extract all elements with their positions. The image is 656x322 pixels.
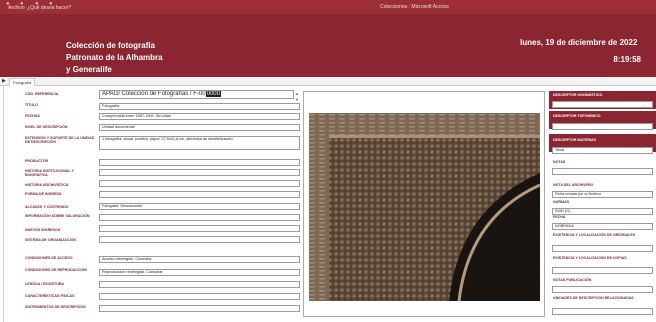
label-fechas: Fechas <box>25 114 40 118</box>
record-selector[interactable] <box>3 86 4 322</box>
label-lengua: Lengua / escritura <box>25 282 64 286</box>
lengua-field[interactable] <box>99 281 300 288</box>
label-descriptor-materias: Descriptor materias <box>553 138 596 142</box>
descriptor-onomastico-field[interactable] <box>552 101 653 108</box>
unidades-relacionadas-field[interactable] <box>552 308 653 315</box>
extension-field[interactable]: 1 fotografía, visual, positivo, papel, 2… <box>99 136 300 150</box>
label-condiciones-reproduccion: Condiciones de reproducción <box>25 268 87 272</box>
label-alcance-contenido: Alcance y contenido <box>25 205 69 209</box>
existencia-copias-field[interactable] <box>552 267 653 274</box>
nivel-field[interactable]: Unidad documental <box>99 124 300 131</box>
label-instrumentos: Instrumentos de descripción <box>25 305 86 309</box>
alhambra-stucco-photo <box>309 113 540 301</box>
label-valoracion: Información sobre valoración <box>25 214 90 218</box>
descriptor-toponimico-field[interactable] <box>552 123 653 130</box>
tab-fotografia[interactable]: Fotografía <box>9 78 36 86</box>
scroll-arrows-icon[interactable]: ▲ ▼ <box>294 91 300 103</box>
descriptor-materias-field[interactable]: Tema <box>552 147 653 154</box>
label-descriptor-toponimico: Descriptor toponímico <box>553 114 601 118</box>
notas-field[interactable] <box>552 168 653 175</box>
fecha-field[interactable]: NOBRADA <box>552 223 653 230</box>
label-normas: Normas <box>553 200 569 204</box>
tab-strip <box>0 77 656 86</box>
label-notas: Notas <box>553 160 566 164</box>
label-nota-archivero: Nota del archivero <box>553 183 594 187</box>
titulo-field[interactable]: Fotografía <box>99 103 300 110</box>
current-time: 8:19:58 <box>613 55 641 64</box>
label-extension: Extensión y soporte de la unidad de desc… <box>25 136 95 145</box>
condiciones-reproduccion-field[interactable]: Reproducción restringida. Consultar <box>99 269 300 276</box>
label-existencia-copias: Existencia y localización de copias <box>553 256 627 260</box>
window-title: Colecciones : Microsoft Access <box>380 4 449 10</box>
label-titulo: Título <box>25 103 38 107</box>
historia-archivistica-field[interactable] <box>99 180 300 187</box>
label-historia-archivistica: Historia archivística <box>25 183 69 187</box>
label-nuevos-ingresos: Nuevos ingresos <box>25 228 61 232</box>
label-historia-institucional: Historia institucional y biográfica <box>25 169 74 178</box>
label-condiciones-acceso: Condiciones de acceso <box>25 256 73 260</box>
form-title: Colección de fotografía Patronato de la … <box>66 41 163 74</box>
label-existencia-originales: Existencia y localización de originales <box>553 233 636 237</box>
productor-field[interactable] <box>99 159 300 166</box>
label-sistema-organizacion: Sistema de organización <box>25 238 76 242</box>
condiciones-acceso-field[interactable]: Acceso restringido. Consultar <box>99 256 300 263</box>
forma-ingreso-field[interactable] <box>99 191 300 198</box>
existencia-originales-field[interactable] <box>552 245 653 252</box>
label-descriptor-onomastico: Descriptor onomástico <box>553 93 603 97</box>
caracteristicas-field[interactable] <box>99 293 300 300</box>
current-date: lunes, 19 de diciembre de 2022 <box>520 38 638 47</box>
label-forma-ingreso: Forma de ingreso <box>25 192 62 196</box>
nav-pane-arrow-icon[interactable]: ▶ <box>2 78 6 84</box>
historia-institucional-field[interactable] <box>99 169 300 176</box>
nota-archivero-field[interactable]: Ficha creada por el Archivo <box>552 191 653 198</box>
label-cod-referencia: Cód. referencia <box>25 92 59 96</box>
cod-referencia-selection: 0000 <box>205 91 221 97</box>
label-unidades-relacionadas: Unidades de descripción relacionadas <box>553 296 634 300</box>
instrumentos-field[interactable] <box>99 305 300 312</box>
notas-publicacion-field[interactable] <box>552 286 653 293</box>
alcance-field[interactable]: Fotógrafo: Desconocido <box>99 203 300 210</box>
title-bar: ● ● ● ● Archivo ¿Qué desea hacer? Colecc… <box>0 0 656 14</box>
normas-field-1[interactable]: ISAD (G) <box>552 208 653 215</box>
label-caracteristicas: Características físicas <box>25 294 75 298</box>
label-fecha: Fecha <box>553 215 566 219</box>
label-notas-publicacion: Notas publicación <box>553 278 592 282</box>
form-header: Colección de fotografía Patronato de la … <box>0 14 656 77</box>
file-menu[interactable]: Archivo <box>8 5 25 11</box>
fechas-field[interactable]: Comprendida entre 1857-1900. Sin datar <box>99 113 300 120</box>
cod-referencia-field[interactable]: APAG/ Colección de Fotografías / F-00000… <box>99 90 294 99</box>
label-productor: Productor <box>25 159 49 163</box>
sistema-organizacion-field[interactable] <box>99 236 300 243</box>
label-nivel: Nivel de descripción <box>25 125 68 129</box>
valoracion-field[interactable] <box>99 214 300 221</box>
nuevos-ingresos-field[interactable] <box>99 225 300 232</box>
tell-me-search[interactable]: ¿Qué desea hacer? <box>27 5 71 11</box>
